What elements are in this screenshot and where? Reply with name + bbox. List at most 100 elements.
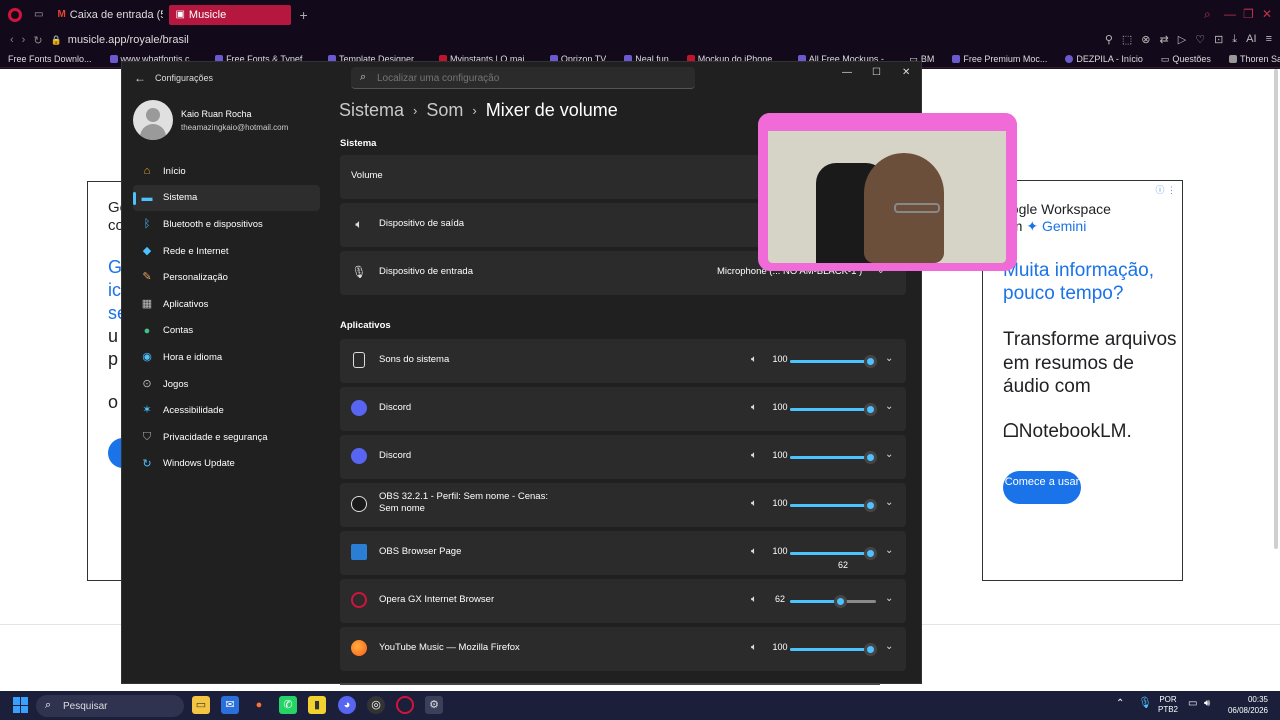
maximize-button[interactable]: ❐ [1243,7,1254,21]
breadcrumb-sistema[interactable]: Sistema [339,100,404,121]
volume-slider[interactable] [790,595,876,608]
download-icon[interactable]: ⤓ [1232,33,1237,46]
back-icon[interactable]: ‹ [10,34,14,46]
nav-item-aplicativos[interactable]: ▦ Aplicativos [133,291,320,318]
chevron-up-icon[interactable]: ⌃ [1116,699,1124,709]
new-tab-button[interactable]: + [299,7,307,23]
nav-item-privacidade[interactable]: ⛉ Privacidade e segurança [133,424,320,451]
language-indicator[interactable]: POR PTB2 [1158,695,1178,715]
volume-slider-thumb[interactable] [834,595,847,608]
volume-slider-thumb[interactable] [864,643,877,656]
url-text[interactable]: musicle.app/royale/brasil [68,34,189,46]
user-profile[interactable]: Kaio Ruan Rocha theamazingkaio@hotmail.c… [133,100,333,144]
bookmark-item[interactable]: DEZPILA - Início [1065,54,1143,64]
breadcrumb-som[interactable]: Som [426,100,463,121]
nav-item-windows-update[interactable]: ↻ Windows Update [133,451,320,478]
page-scrollbar[interactable] [1272,69,1280,549]
discord-icon[interactable]: ◕ [338,696,356,714]
settings-gear-icon[interactable]: ⚙ [425,696,443,714]
speaker-icon[interactable]: 🔈︎ [751,402,757,413]
reload-icon[interactable]: ↻ [33,34,42,47]
close-button[interactable]: ✕ [1262,7,1272,21]
minimize-button[interactable]: — [842,67,852,78]
nav-item-inicio[interactable]: ⌂ Início [133,158,320,185]
volume-slider-thumb[interactable] [864,403,877,416]
obs-icon[interactable]: ◎ [367,696,385,714]
volume-slider[interactable] [790,499,877,512]
ad-choices-icon[interactable]: ⓘ ⋮ [1155,183,1176,196]
pin-icon[interactable]: ⚲ [1105,33,1113,46]
volume-slider-thumb[interactable] [864,499,877,512]
volume-slider[interactable] [790,643,877,656]
back-arrow-icon[interactable]: ← [134,71,146,85]
bookmark-folder[interactable]: ▭ Questões [1161,54,1211,65]
nav-item-sistema[interactable]: ▬ Sistema [133,184,320,212]
tab-manager-icon[interactable]: ▭ [34,9,43,20]
bookmark-item[interactable]: Free Fonts Downlo... [8,54,92,64]
camera-icon[interactable]: ⊡ [1214,33,1223,46]
tab-gmail[interactable]: M Caixa de entrada (5.585) [51,5,169,25]
nav-item-jogos[interactable]: ⊙ Jogos [133,371,320,398]
nav-item-bluetooth[interactable]: ᛒ Bluetooth e dispositivos [133,211,320,238]
ad-cta-button[interactable]: Comece a usar [1003,471,1081,504]
volume-slider[interactable] [790,451,877,464]
heart-icon[interactable]: ♡ [1195,33,1205,46]
speaker-icon[interactable]: 🔈︎ [751,450,757,461]
volume-slider-thumb[interactable] [864,355,877,368]
scrollbar-thumb[interactable] [1274,69,1278,549]
file-explorer-icon[interactable]: ▭ [192,696,210,714]
chevron-down-icon[interactable]: ⌄ [885,641,893,652]
speaker-icon[interactable]: 🔈︎ [751,498,757,509]
opera-logo-icon[interactable] [8,7,22,22]
firefox-icon[interactable]: ● [250,696,268,714]
nav-item-personalizacao[interactable]: ✎ Personalização [133,264,320,291]
chevron-down-icon[interactable]: ⌄ [885,497,893,508]
player-icon[interactable]: ▷ [1178,33,1186,46]
bookmark-item[interactable]: Thoren Sans Black... [1228,54,1280,64]
close-button[interactable]: ✕ [902,67,910,78]
content-scrollbar[interactable] [340,683,880,685]
settings-search[interactable]: ⌕ [351,67,695,89]
maximize-button[interactable]: ☐ [872,67,881,78]
forward-icon[interactable]: › [22,34,26,46]
opera-gx-icon[interactable] [396,696,414,714]
nav-item-hora[interactable]: ◉ Hora e idioma [133,344,320,371]
clock[interactable]: 00:35 06/08/2026 [1224,694,1268,716]
tab-musicle[interactable]: ▣ Musicle [169,4,292,25]
volume-slider[interactable] [790,403,877,416]
speaker-icon[interactable]: 🔈︎ [751,594,757,605]
network-icon[interactable]: ▭ [1188,699,1197,709]
outlook-icon[interactable]: ✉ [221,696,239,714]
search-tabs-icon[interactable]: ⌕ [1204,7,1211,22]
screenshot-icon[interactable]: ⬚ [1122,33,1132,46]
volume-slider[interactable] [790,547,877,560]
taskbar-search[interactable]: ⌕ Pesquisar [36,695,184,717]
volume-slider[interactable] [790,355,877,368]
microphone-icon[interactable]: 🎙︎ [1138,698,1152,709]
minimize-button[interactable]: — [1224,7,1236,21]
chevron-down-icon[interactable]: ⌄ [885,353,893,364]
chevron-down-icon[interactable]: ⌄ [885,449,893,460]
menu-icon[interactable]: ≡ [1266,33,1272,46]
translate-icon[interactable]: ⇄ [1160,33,1169,46]
speaker-icon[interactable]: 🔈︎ [751,354,757,365]
speaker-icon[interactable]: 🔈︎ [751,642,757,653]
sticky-notes-icon[interactable]: ▮ [308,696,326,714]
nav-item-rede[interactable]: ◆ Rede e Internet [133,238,320,265]
volume-icon[interactable]: 🔊︎ [1204,699,1210,709]
windows-start-icon[interactable] [13,697,29,713]
volume-slider-thumb[interactable] [864,547,877,560]
search-input[interactable] [377,70,677,86]
chevron-down-icon[interactable]: ⌄ [885,593,893,604]
block-icon[interactable]: ⊗ [1141,33,1150,46]
chevron-down-icon[interactable]: ⌄ [885,545,893,556]
chevron-down-icon[interactable]: ⌄ [885,401,893,412]
volume-slider-thumb[interactable] [864,451,877,464]
ai-icon[interactable]: AI [1246,33,1256,46]
whatsapp-icon[interactable]: ✆ [279,696,297,714]
speaker-icon[interactable]: 🔈︎ [751,546,757,557]
gmail-icon: M [57,9,66,20]
nav-item-acessibilidade[interactable]: ✶ Acessibilidade [133,397,320,424]
bookmark-item[interactable]: Free Premium Moc... [952,54,1047,64]
nav-item-contas[interactable]: ● Contas [133,318,320,345]
